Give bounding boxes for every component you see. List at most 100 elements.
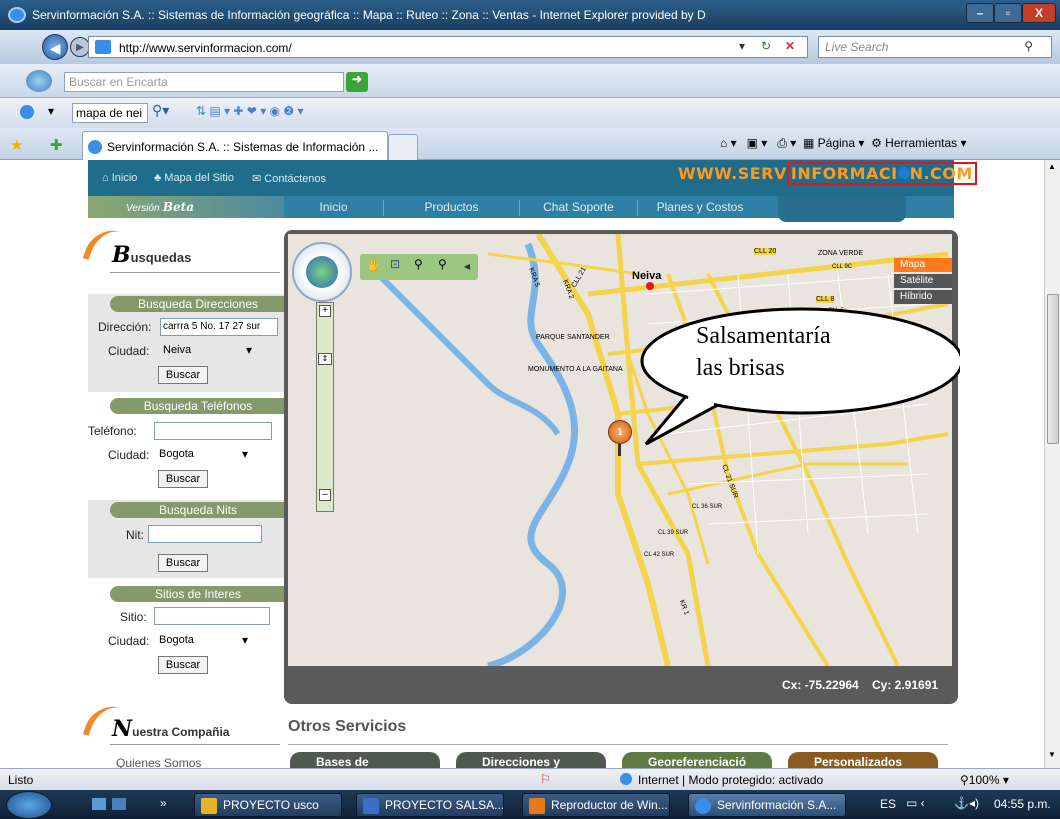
nav-productos[interactable]: Productos: [384, 200, 520, 216]
map-compass[interactable]: [292, 242, 352, 302]
toolbar-search-input[interactable]: mapa de nei: [72, 103, 148, 123]
zoom-plus-button[interactable]: +: [319, 305, 331, 317]
window-title: Servinformación S.A. :: Sistemas de Info…: [32, 8, 706, 22]
scroll-thumb[interactable]: [1047, 294, 1059, 444]
network-volume-icon[interactable]: ⚓◂): [954, 796, 979, 810]
road-10: [667, 462, 908, 496]
new-tab-button[interactable]: [388, 134, 418, 160]
direccion-input[interactable]: carrra 5 No. 17 27 sur: [160, 318, 278, 336]
task-proyecto-salsa[interactable]: PROYECTO SALSA...: [356, 793, 504, 817]
task-servinformacion[interactable]: Servinformación S.A...: [688, 793, 846, 817]
quienes-somos-link[interactable]: Quienes Somos: [116, 756, 201, 768]
clock[interactable]: 04:55 p.m.: [994, 797, 1051, 811]
direccion-label: Dirección:: [98, 320, 152, 334]
toolbar-icon: [20, 105, 34, 119]
buscar-telefono-button[interactable]: Buscar: [158, 470, 208, 488]
close-button[interactable]: X: [1022, 3, 1056, 23]
minimize-button[interactable]: –: [966, 3, 994, 23]
start-button[interactable]: [6, 791, 52, 819]
nav-planes-costos[interactable]: Planes y Costos: [638, 200, 762, 216]
collapse-icon[interactable]: ◂: [464, 259, 470, 273]
nit-input[interactable]: [148, 525, 262, 543]
feeds-icon[interactable]: ▣ ▾: [747, 136, 768, 150]
service-personalizados[interactable]: Personalizados: [788, 752, 938, 768]
zoom-level[interactable]: ⚲100% ▾: [960, 773, 1009, 787]
nav-inicio[interactable]: Inicio: [284, 200, 384, 216]
page-menu[interactable]: ▦ Página ▾: [803, 136, 864, 150]
nav-chat-soporte[interactable]: Chat Soporte: [520, 200, 638, 216]
busqueda-telefonos-heading: Busqueda Teléfonos: [110, 398, 286, 414]
buscar-direccion-button[interactable]: Buscar: [158, 366, 208, 384]
sitio-input[interactable]: [154, 607, 270, 625]
back-button[interactable]: ◀: [42, 34, 68, 60]
callout-bubble: Salsamentaría las brisas: [626, 306, 964, 446]
street-cll8: CLL 8: [816, 296, 835, 303]
stop-icon[interactable]: ✕: [785, 39, 795, 53]
buscar-sitio-button[interactable]: Buscar: [158, 656, 208, 674]
map-canvas[interactable]: ✋ ⊡ ⚲ ⚲ ◂ + ⇕ – Mapa Satélite Híbrido Ne…: [288, 234, 952, 666]
maximize-button[interactable]: ▫: [994, 3, 1022, 23]
dropdown-icon[interactable]: ▾: [739, 39, 745, 53]
ciudad-select[interactable]: Neiva: [160, 343, 254, 360]
sitemap-link[interactable]: ♣ Mapa del Sitio: [154, 172, 234, 184]
busquedas-heading: Busquedas: [112, 242, 192, 268]
map-type-hibrido[interactable]: Híbrido: [894, 290, 952, 304]
nav-tab-decor: [778, 196, 906, 222]
place-zona-verde: ZONA VERDE: [818, 250, 864, 257]
show-desktop-icon[interactable]: [92, 798, 106, 810]
city-dot: [646, 282, 654, 290]
task-reproductor[interactable]: Reproductor de Win...: [522, 793, 670, 817]
globe-icon: [306, 256, 338, 288]
map-type-satelite[interactable]: Satélite: [894, 274, 952, 288]
telefono-input[interactable]: [154, 422, 272, 440]
buscar-nit-button[interactable]: Buscar: [158, 554, 208, 572]
zoom-handle[interactable]: ⇕: [318, 353, 332, 365]
quick-launch-chevron-icon[interactable]: »: [160, 796, 167, 810]
pan-hand-icon[interactable]: ✋: [366, 258, 381, 272]
command-bar: ⌂ ▾ ▣ ▾ ⎙ ▾ ▦ Página ▾ ⚙ Herramientas ▾: [720, 136, 967, 151]
add-favorites-icon[interactable]: ✚: [50, 136, 63, 154]
language-indicator[interactable]: ES: [880, 797, 896, 811]
toolbar-icons[interactable]: ⇅ ▤ ▾ ✚ ❤ ▾ ◉ ❷ ▾: [196, 104, 303, 118]
zoom-box-icon[interactable]: ⊡: [390, 257, 400, 271]
encarta-search-input[interactable]: Buscar en Encarta: [64, 72, 344, 92]
status-text: Listo: [8, 773, 34, 787]
busqueda-nits-heading: Busqueda Nits: [110, 502, 286, 518]
tools-menu[interactable]: ⚙ Herramientas ▾: [871, 136, 966, 150]
scroll-down-icon[interactable]: ▼: [1048, 750, 1056, 759]
service-georeferenciacion[interactable]: Georeferenciació: [622, 752, 772, 768]
tab-active[interactable]: Servinformación S.A. :: Sistemas de Info…: [82, 131, 388, 160]
vertical-scrollbar[interactable]: ▲ ▼: [1044, 160, 1060, 768]
ciudad-select-2[interactable]: Bogota: [156, 447, 250, 464]
refresh-icon[interactable]: ↻: [761, 39, 771, 53]
zoom-minus-button[interactable]: –: [319, 489, 331, 501]
inicio-link[interactable]: ⌂ Inicio: [102, 172, 137, 184]
zone-text: Internet | Modo protegido: activado: [638, 773, 824, 787]
window-titlebar: Servinformación S.A. :: Sistemas de Info…: [0, 0, 1060, 30]
zoom-in-icon[interactable]: ⚲: [414, 257, 423, 271]
search-icon[interactable]: ⚲: [1024, 39, 1033, 53]
keyboard-icon[interactable]: ▭ ‹: [906, 796, 925, 810]
encarta-go-button[interactable]: ➜: [346, 72, 368, 92]
forward-button[interactable]: ▶: [70, 37, 90, 57]
favorites-star-icon[interactable]: ★: [10, 136, 23, 154]
ciudad-select-3[interactable]: Bogota: [156, 633, 250, 650]
service-bases[interactable]: Bases de: [290, 752, 440, 768]
magnifier-icon[interactable]: ⚲▾: [152, 102, 169, 119]
busqueda-direcciones-heading: Busqueda Direcciones: [110, 296, 286, 312]
service-direcciones[interactable]: Direcciones y: [456, 752, 606, 768]
url-field[interactable]: http://www.servinformacion.com/ ▾ ↻ ✕: [88, 36, 808, 58]
coordinates-bar: Cx: -75.22964 Cy: 2.91691: [284, 670, 952, 698]
task-proyecto-usco[interactable]: PROYECTO usco: [194, 793, 342, 817]
zoom-out-icon[interactable]: ⚲: [438, 257, 447, 271]
chevron-down-icon[interactable]: ▾: [48, 104, 54, 118]
home-icon[interactable]: ⌂ ▾: [720, 136, 737, 150]
map-type-mapa[interactable]: Mapa: [894, 258, 952, 272]
zoom-slider[interactable]: + ⇕ –: [316, 302, 334, 512]
scroll-up-icon[interactable]: ▲: [1048, 162, 1056, 171]
site-logo: WWW.SERV INFORMACI N.COM: [678, 162, 977, 185]
contact-link[interactable]: ✉ Contáctenos: [252, 172, 326, 185]
switch-windows-icon[interactable]: [112, 798, 126, 810]
print-icon[interactable]: ⎙ ▾: [777, 136, 796, 150]
live-search-input[interactable]: Live Search ⚲: [818, 36, 1052, 58]
